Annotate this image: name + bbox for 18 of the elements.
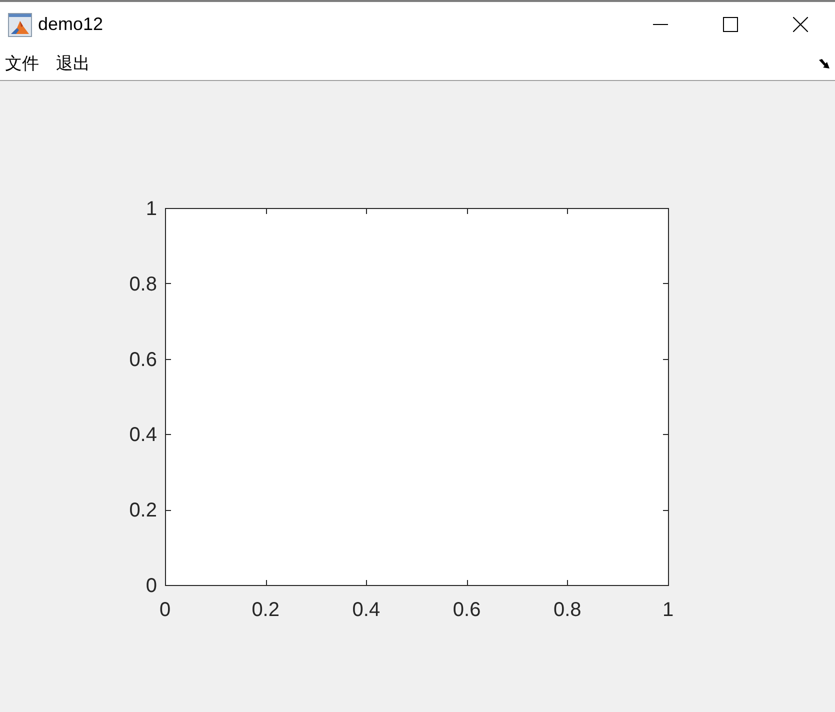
minimize-icon — [652, 24, 668, 25]
y-tick-label: 0.6 — [129, 348, 157, 371]
arrow-icon[interactable] — [819, 58, 830, 68]
window-title: demo12 — [38, 14, 104, 35]
x-tick-label: 0.2 — [252, 599, 280, 621]
y-tick-label: 0.8 — [129, 273, 157, 296]
x-tick-label: 0.4 — [352, 599, 380, 621]
y-tick-label: 0 — [146, 575, 157, 597]
y-tick-label: 0.2 — [129, 500, 157, 522]
close-icon — [792, 17, 808, 32]
app-icon — [8, 12, 32, 36]
y-tick-label: 0.4 — [129, 424, 157, 446]
x-tick-label: 0 — [159, 599, 171, 621]
y-tick-label: 1 — [146, 198, 157, 220]
maximize-icon — [722, 17, 738, 32]
x-tick-label: 1 — [662, 599, 674, 621]
x-tick-label: 0.8 — [554, 599, 582, 621]
x-tick-label: 0.6 — [452, 599, 481, 621]
